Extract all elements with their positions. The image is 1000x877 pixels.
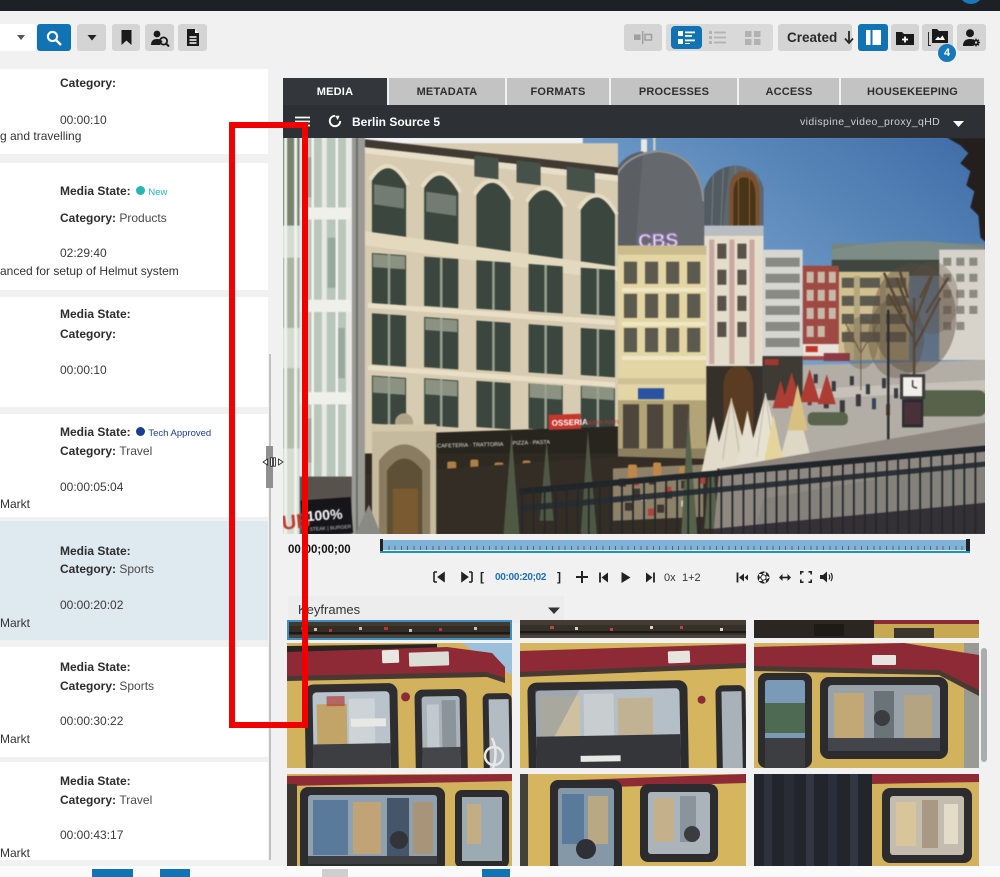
- svg-text:SIEBEN RUMS: SIEBEN RUMS: [585, 419, 620, 426]
- svg-text:PIZZA · PASTA: PIZZA · PASTA: [512, 440, 550, 447]
- svg-text:100%: 100%: [306, 506, 343, 525]
- svg-text:OSSERIA: OSSERIA: [552, 418, 589, 428]
